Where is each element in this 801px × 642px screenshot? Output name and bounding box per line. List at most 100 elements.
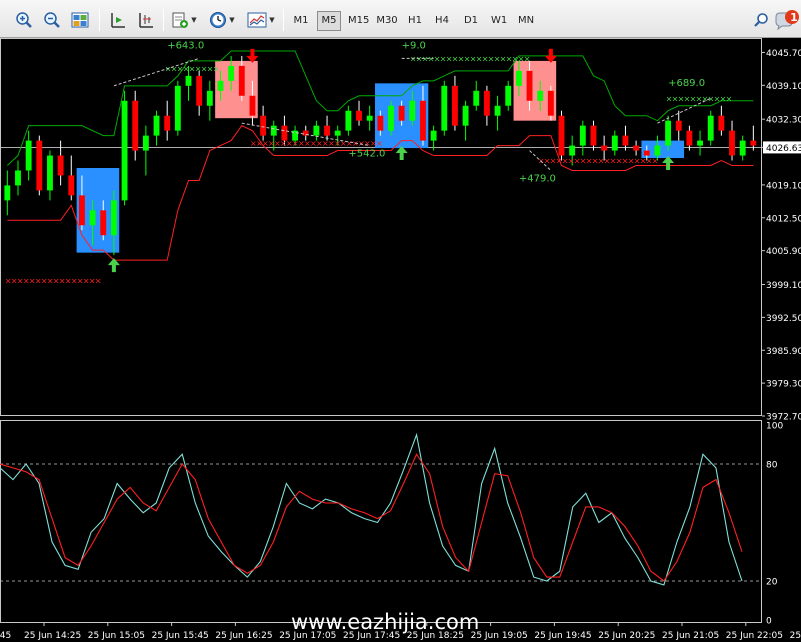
bull-candle [441,85,448,131]
bull-candle [665,120,672,146]
time-axis-label: 25 Jun 22:45 [790,631,801,641]
price-tick-label: 4039.10 [766,82,801,92]
bear-candle [483,90,490,116]
price-tick-label: 4045.70 [766,49,801,59]
bull-candle [121,100,128,201]
bull-candle [110,200,117,236]
time-axis-label: 25 Jun 15:05 [88,631,145,641]
zoom-out-icon[interactable] [41,9,63,31]
bull-candle [473,90,480,106]
bear-candle [196,75,203,106]
bear-candle [601,145,608,151]
timeframe-m1-button[interactable]: M1 [289,11,313,31]
bear-candle [164,115,171,131]
timeframe-mn-button[interactable]: MN [514,11,538,31]
bear-candle [718,115,725,131]
bear-candle [356,110,362,121]
stop-marker: × [376,139,383,148]
bull-candle [430,130,437,141]
bull-candle [228,65,235,81]
price-tick-label: 3992.50 [766,314,801,324]
chart-canvas[interactable]: 4045.70 4039.10 4032.30 4026.63 4019.10 4012.… [0,38,801,642]
bull-candle [697,140,703,146]
chart-shift-icon[interactable] [135,9,157,31]
price-tick-label: 3985.90 [766,347,801,357]
bull-candle [579,125,586,146]
bull-candle [505,85,512,106]
search-icon[interactable] [752,9,770,31]
bear-candle [729,130,735,156]
buy-arrow-icon [662,156,675,171]
bear-candle [633,145,640,151]
bull-candle [313,125,320,136]
bull-candle [153,115,160,136]
bull-candle [537,90,544,101]
stochastic-level-label: 20 [766,578,778,588]
bull-candle [345,110,352,131]
stop-marker: × [213,64,220,73]
bear-candle [36,140,43,191]
time-axis-label: 25 Jun 14:45 [0,631,11,641]
clock-icon[interactable]: ▼ [205,9,239,31]
bear-candle [324,125,330,136]
bear-candle [686,130,693,146]
bull-candle [366,115,373,121]
new-order-icon[interactable]: ▼ [168,9,200,31]
chart-toolbar: ▼ ▼ ▼ M1 M5 M15 M30 H1 H4 D1 W1 MN 1 [0,0,801,38]
bear-candle [249,95,256,116]
stochastic-level-label: 0 [766,617,772,627]
time-axis-label: 25 Jun 15:45 [152,631,209,641]
bull-candle [25,140,32,171]
timeframe-h4-button[interactable]: H4 [431,11,453,31]
time-axis-label: 25 Jun 16:25 [215,631,272,641]
bull-candle [707,115,714,141]
stop-marker: × [524,54,531,63]
profit-annotation: +479.0 [519,173,556,184]
bear-candle [398,105,405,121]
stop-marker: × [652,157,659,166]
profit-annotation: +689.0 [668,78,705,89]
profit-annotation: +9.0 [402,40,426,51]
bear-candle [78,195,85,226]
time-axis-label: 25 Jun 20:25 [598,631,655,641]
timeframe-m5-button[interactable]: M5 [317,11,341,31]
price-tick-label: 4032.30 [766,116,801,126]
stochastic-level-label: 80 [766,461,778,471]
stop-marker: × [95,277,102,286]
bull-candle [206,90,213,106]
timeframe-m15-button[interactable]: M15 [345,11,371,31]
templates-icon[interactable]: ▼ [244,9,278,31]
current-price-label: 4026.63 [766,144,801,154]
bull-candle [388,105,394,131]
price-tick-label: 4012.50 [766,214,801,224]
autoscroll-icon[interactable] [107,9,129,31]
bull-candle [409,100,416,121]
timeframe-h1-button[interactable]: H1 [405,11,425,31]
bull-candle [174,85,181,131]
notification-badge: 1 [790,11,798,24]
bear-candle [643,150,650,156]
bear-candle [750,140,757,146]
bear-candle [68,175,75,196]
bull-candle [462,105,469,126]
bull-candle [611,135,618,151]
timeframe-m30-button[interactable]: M30 [373,11,401,31]
tile-windows-icon[interactable] [69,9,91,31]
chevron-down-icon: ▼ [269,16,275,24]
price-chart-window[interactable]: 4045.70 4039.10 4032.30 4026.63 4019.10 4012.… [0,38,801,642]
stop-marker: × [726,94,733,103]
price-tick-label: 3979.30 [766,380,801,390]
chevron-down-icon: ▼ [191,16,197,24]
price-tick-label: 4019.10 [766,181,801,191]
buy-arrow-icon [395,146,408,161]
notifications-icon[interactable]: 1 [774,9,800,31]
bear-candle [238,65,245,96]
bear-candle [675,120,682,131]
bull-candle [334,130,341,136]
zoom-in-icon[interactable] [13,9,35,31]
profit-annotation: +542.0 [348,149,385,160]
timeframe-w1-button[interactable]: W1 [488,11,510,31]
timeframe-d1-button[interactable]: D1 [460,11,482,31]
bear-candle [57,155,64,176]
bear-candle [526,70,533,101]
